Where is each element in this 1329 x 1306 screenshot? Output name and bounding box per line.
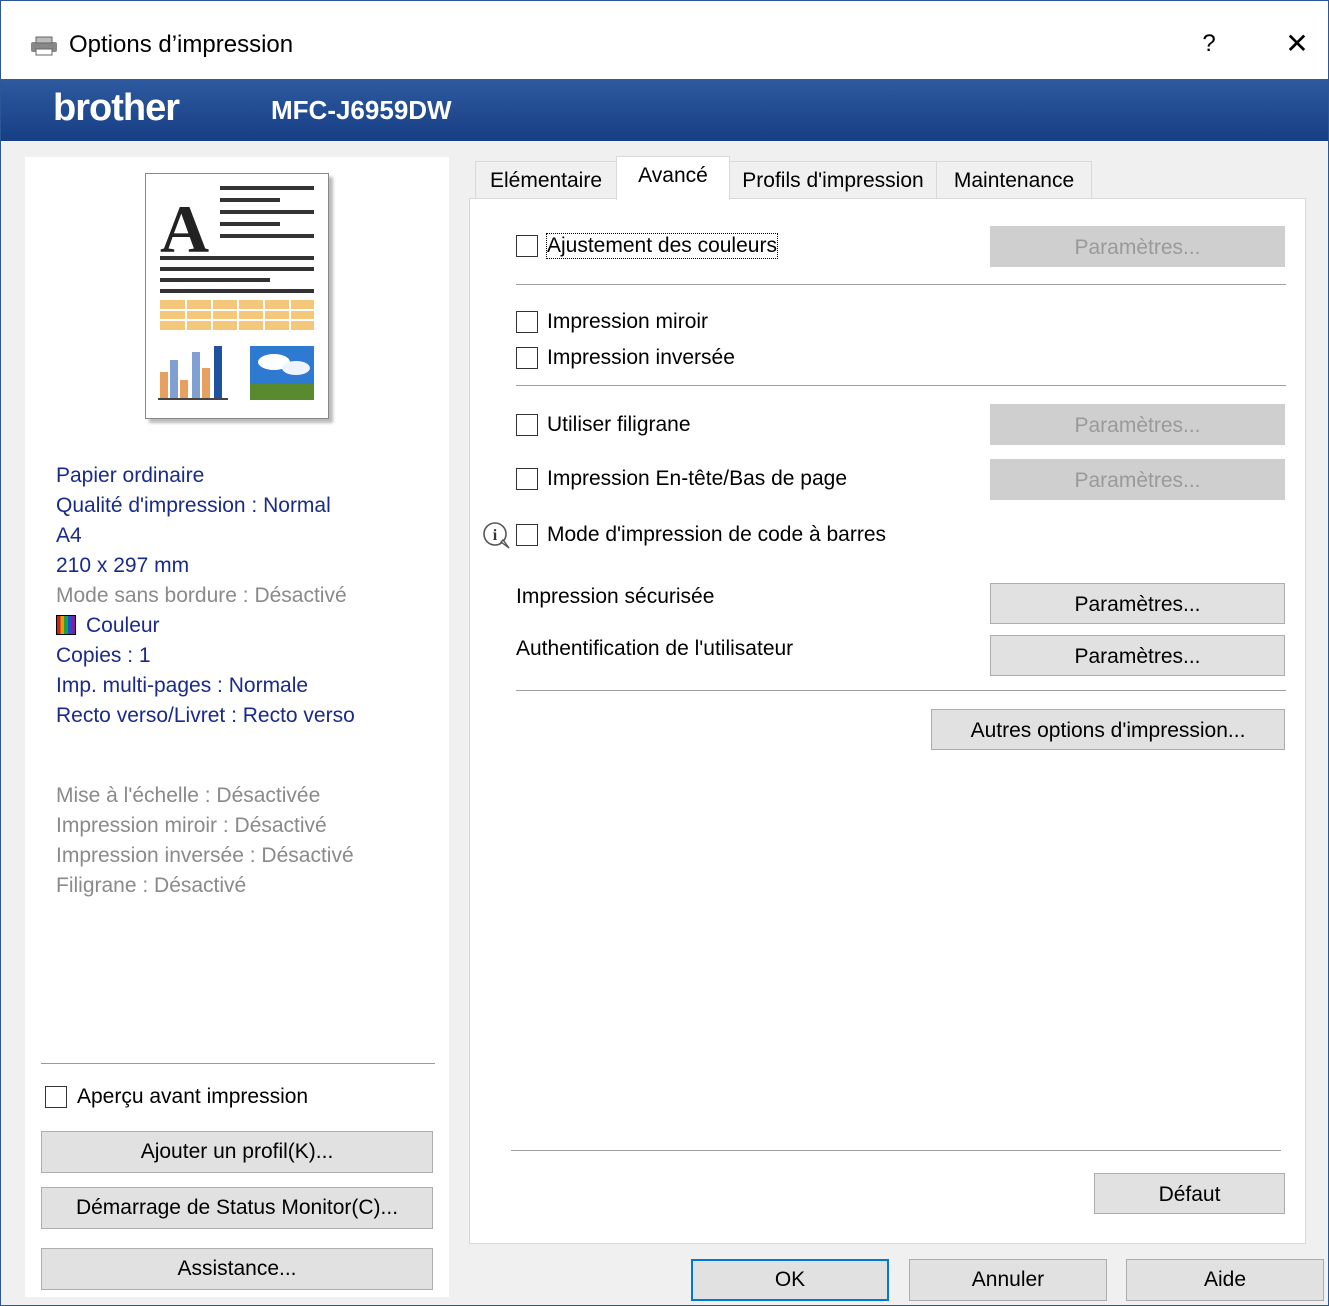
info-icon[interactable]: i <box>481 521 515 551</box>
svg-text:i: i <box>493 527 498 544</box>
summary-color-row: Couleur <box>56 611 355 641</box>
watermark-checkbox[interactable] <box>516 414 538 436</box>
color-adjust-settings-button[interactable]: Paramètres... <box>990 226 1285 267</box>
tab-maintenance[interactable]: Maintenance <box>936 161 1092 199</box>
header-footer-label: Impression En-tête/Bas de page <box>547 467 848 490</box>
page-preview-image: A <box>145 173 329 419</box>
printer-model: MFC-J6959DW <box>271 95 452 125</box>
summary-paper-type: Papier ordinaire <box>56 464 205 487</box>
summary-borderless: Mode sans bordure : Désactivé <box>56 584 347 607</box>
help-button[interactable]: Aide <box>1126 1259 1324 1301</box>
summary-duplex: Recto verso/Livret : Recto verso <box>56 704 355 727</box>
tab-basic[interactable]: Elémentaire <box>475 161 617 199</box>
brand-bar: brother MFC-J6959DW <box>1 79 1328 141</box>
svg-text:A: A <box>160 191 209 267</box>
barcode-mode-label: Mode d'impression de code à barres <box>547 523 887 546</box>
print-options-dialog: Options d’impression ? ✕ brother MFC-J69… <box>0 0 1329 1306</box>
default-button[interactable]: Défaut <box>1094 1173 1285 1214</box>
secure-print-label: Impression sécurisée <box>516 585 715 608</box>
title-bar: Options d’impression ? ✕ <box>1 1 1328 79</box>
mirror-print-label: Impression miroir <box>547 310 709 333</box>
divider <box>41 1063 435 1064</box>
printer-icon <box>31 36 57 56</box>
barcode-mode-checkbox[interactable] <box>516 524 538 546</box>
summary-quality: Qualité d'impression : Normal <box>56 494 331 517</box>
summary-size: A4 <box>56 524 82 547</box>
ok-button[interactable]: OK <box>691 1259 889 1301</box>
print-preview-checkbox[interactable] <box>45 1086 67 1108</box>
other-print-options-button[interactable]: Autres options d'impression... <box>931 709 1285 750</box>
color-adjust-checkbox[interactable] <box>516 235 538 257</box>
summary-reverse: Impression inversée : Désactivé <box>56 844 354 867</box>
add-profile-button[interactable]: Ajouter un profil(K)... <box>41 1131 433 1173</box>
color-adjust-label: Ajustement des couleurs <box>546 233 778 259</box>
watermark-settings-button[interactable]: Paramètres... <box>990 404 1285 445</box>
summary-watermark: Filigrane : Désactivé <box>56 874 247 897</box>
summary-multipage: Imp. multi-pages : Normale <box>56 674 309 697</box>
cancel-button[interactable]: Annuler <box>909 1259 1107 1301</box>
divider <box>516 284 1286 285</box>
settings-summary-panel: A Papier ordinaire Qualité d'impression … <box>25 157 449 1297</box>
tab-print-profiles[interactable]: Profils d'impression <box>729 161 937 199</box>
secure-print-settings-button[interactable]: Paramètres... <box>990 583 1285 624</box>
mirror-print-checkbox[interactable] <box>516 311 538 333</box>
summary-copies: Copies : 1 <box>56 644 151 667</box>
window-title: Options d’impression <box>69 31 294 58</box>
header-footer-checkbox[interactable] <box>516 468 538 490</box>
summary-scaling: Mise à l'échelle : Désactivée <box>56 784 321 807</box>
divider <box>516 690 1286 691</box>
reverse-print-checkbox[interactable] <box>516 347 538 369</box>
color-icon <box>56 615 76 635</box>
status-monitor-button[interactable]: Démarrage de Status Monitor(C)... <box>41 1187 433 1229</box>
summary-dimensions: 210 x 297 mm <box>56 554 190 577</box>
summary-mirror: Impression miroir : Désactivé <box>56 814 327 837</box>
user-auth-label: Authentification de l'utilisateur <box>516 637 794 660</box>
print-preview-label: Aperçu avant impression <box>77 1085 309 1108</box>
divider <box>516 385 1286 386</box>
tab-advanced[interactable]: Avancé <box>616 156 730 200</box>
help-icon[interactable]: ? <box>1194 27 1224 61</box>
close-icon[interactable]: ✕ <box>1280 27 1314 61</box>
reverse-print-label: Impression inversée <box>547 346 735 369</box>
watermark-label: Utiliser filigrane <box>547 413 691 436</box>
user-auth-settings-button[interactable]: Paramètres... <box>990 635 1285 676</box>
header-footer-settings-button[interactable]: Paramètres... <box>990 459 1285 500</box>
brand-logo: brother <box>53 87 180 129</box>
summary-color: Couleur <box>86 614 160 637</box>
divider <box>511 1150 1281 1151</box>
settings-summary-advanced: Mise à l'échelle : Désactivée Impression… <box>56 781 354 901</box>
support-button[interactable]: Assistance... <box>41 1248 433 1290</box>
settings-summary: Papier ordinaire Qualité d'impression : … <box>56 461 355 731</box>
